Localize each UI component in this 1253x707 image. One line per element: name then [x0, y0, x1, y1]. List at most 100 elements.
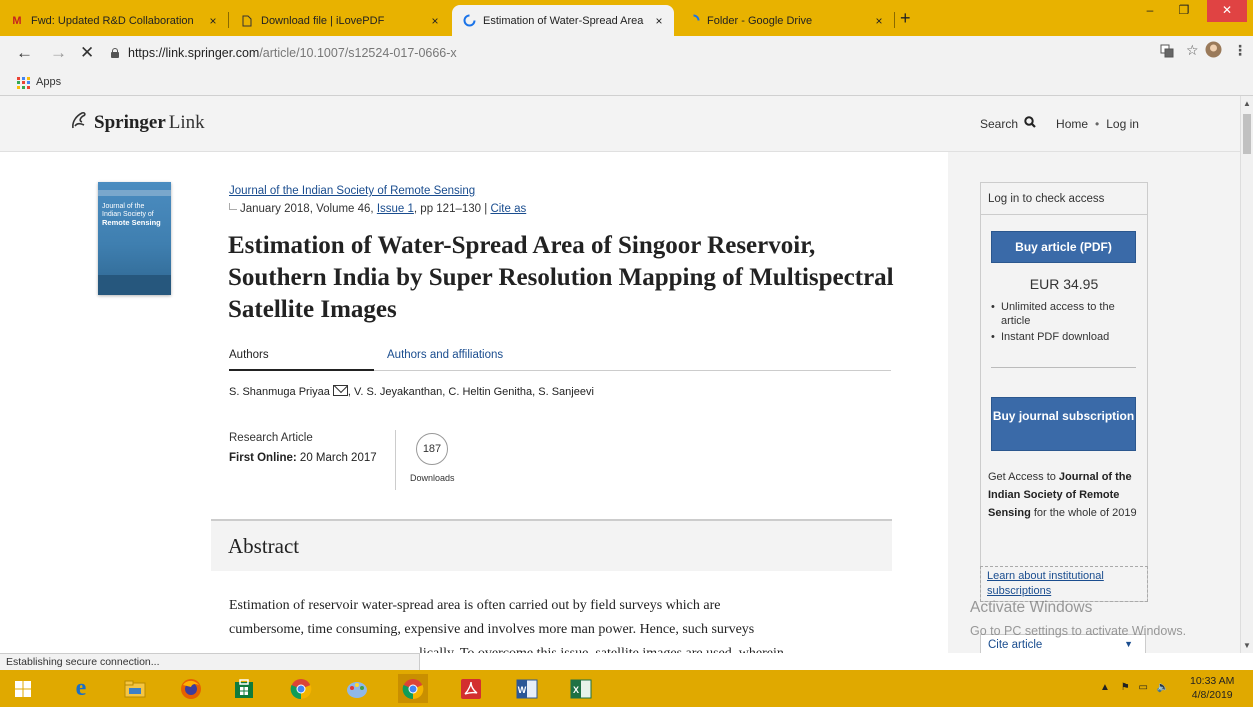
access-box: Log in to check access Buy article (PDF)… — [980, 182, 1148, 602]
divider — [991, 367, 1136, 368]
page-icon — [240, 14, 254, 28]
learn-institutional-link[interactable]: Learn about institutional subscriptions — [987, 570, 1104, 597]
activate-windows-watermark: Activate Windows — [970, 599, 1093, 616]
windows-taskbar: e W X ▲ ⚑ ▭ 🔈 10:33 AM 4/8/2019 — [0, 670, 1253, 707]
system-tray: ▲ ⚑ ▭ 🔈 — [1100, 682, 1169, 693]
clock-date: 4/8/2019 — [1191, 689, 1233, 701]
close-icon[interactable]: × — [650, 14, 668, 28]
forward-arrow-icon[interactable]: → — [50, 43, 67, 63]
mail-icon[interactable] — [332, 385, 348, 396]
back-arrow-icon[interactable]: ← — [16, 43, 33, 63]
tab-ilovepdf[interactable]: Download file | iLovePDF × — [230, 5, 450, 36]
first-online: First Online: 20 March 2017 — [229, 452, 377, 464]
taskbar-clock[interactable]: 10:33 AM 4/8/2019 — [1190, 674, 1234, 702]
lock-icon — [110, 48, 120, 58]
article-price: EUR 34.95 — [1029, 276, 1099, 292]
close-icon[interactable]: × — [204, 14, 222, 28]
cover-line: Remote Sensing — [102, 218, 161, 227]
scroll-thumb[interactable] — [1243, 114, 1251, 154]
web-page: Springer Link Search Home • Log in Journ… — [0, 96, 1240, 653]
address-bar[interactable]: https://link.springer.com/article/10.100… — [110, 41, 1140, 65]
acrobat-icon[interactable] — [456, 674, 486, 703]
downloads-label: Downloads — [410, 473, 455, 483]
gmail-icon: M — [12, 14, 22, 27]
store-icon[interactable] — [229, 674, 259, 703]
benefit-item: Instant PDF download — [991, 330, 1141, 344]
file-explorer-icon[interactable] — [120, 674, 150, 703]
issue-link[interactable]: Issue 1 — [377, 203, 414, 215]
chevron-down-icon: ▼ — [1124, 639, 1133, 649]
login-link[interactable]: Log in — [1106, 117, 1139, 131]
translate-icon[interactable] — [1160, 44, 1174, 61]
internet-explorer-icon[interactable]: e — [66, 674, 96, 703]
volume-icon[interactable]: 🔈 — [1157, 682, 1169, 693]
tab-authors[interactable]: Authors — [229, 349, 374, 371]
tab-title: Fwd: Updated R&D Collaboration — [31, 14, 194, 27]
excel-icon[interactable]: X — [566, 674, 596, 703]
scroll-down-icon[interactable]: ▼ — [1243, 641, 1251, 650]
divider — [395, 430, 396, 490]
tray-flag-icon[interactable]: ⚑ — [1121, 682, 1130, 693]
close-icon[interactable]: × — [870, 14, 888, 28]
access-prefix: Get Access to — [988, 471, 1059, 483]
journal-cover-image[interactable]: Journal of the Indian Society of Remote … — [98, 182, 171, 295]
buy-journal-subscription-button[interactable]: Buy journal subscription — [991, 397, 1136, 451]
profile-avatar-icon[interactable] — [1205, 41, 1222, 61]
abstract-line: Estimation of reservoir water-spread are… — [229, 598, 721, 613]
springer-horse-icon — [70, 110, 88, 136]
search-icon[interactable] — [1024, 116, 1036, 131]
springerlink-logo[interactable]: Springer Link — [70, 110, 205, 136]
paint-icon[interactable] — [342, 674, 372, 703]
login-check-access[interactable]: Log in to check access — [981, 183, 1147, 215]
abstract-section-header[interactable]: Abstract — [211, 519, 892, 571]
abstract-line: lically. To overcome this issue, satelli… — [229, 642, 899, 653]
author-names-rest[interactable]: , V. S. Jeyakanthan, C. Heltin Genitha, … — [348, 386, 594, 398]
cover-line: Journal of the — [102, 203, 145, 210]
tab-authors-affiliations[interactable]: Authors and affiliations — [387, 349, 503, 361]
close-icon[interactable]: × — [426, 14, 444, 28]
chrome-active-icon[interactable] — [398, 674, 428, 703]
restore-button[interactable]: ❐ — [1167, 0, 1201, 22]
network-icon[interactable]: ▭ — [1138, 682, 1147, 693]
cover-footer — [98, 275, 171, 295]
loading-icon — [462, 14, 476, 28]
search-link[interactable]: Search — [980, 117, 1018, 131]
corner-line — [229, 203, 237, 210]
header-nav: Search Home • Log in — [980, 116, 1139, 131]
window-close-button[interactable]: ✕ — [1207, 0, 1247, 22]
star-icon[interactable]: ☆ — [1186, 42, 1199, 59]
new-tab-button[interactable]: + — [900, 8, 911, 29]
home-link[interactable]: Home — [1056, 117, 1088, 131]
firefox-icon[interactable] — [176, 674, 206, 703]
author-list: S. Shanmuga Priyaa , V. S. Jeyakanthan, C… — [229, 385, 594, 398]
buy-article-button[interactable]: Buy article (PDF) — [991, 231, 1136, 263]
menu-icon[interactable]: ⋮ — [1233, 42, 1247, 59]
url-host: https://link.springer.com — [128, 46, 260, 60]
author-name[interactable]: S. Shanmuga Priyaa — [229, 386, 330, 398]
tab-springer-article[interactable]: Estimation of Water-Spread Area × — [452, 5, 674, 36]
tab-gmail[interactable]: M Fwd: Updated R&D Collaboration × — [0, 5, 228, 36]
status-bar: Establishing secure connection... — [0, 653, 420, 670]
cite-as-link[interactable]: Cite as — [490, 203, 526, 215]
word-icon[interactable]: W — [512, 674, 542, 703]
cover-title: Journal of the Indian Society of Remote … — [102, 203, 161, 228]
windows-start-icon[interactable] — [8, 674, 38, 703]
logo-springer-text: Springer — [94, 112, 166, 133]
scroll-up-icon[interactable]: ▲ — [1243, 99, 1251, 108]
minimize-button[interactable]: – — [1135, 0, 1165, 22]
scrollbar[interactable]: ▲ ▼ — [1240, 96, 1253, 653]
cite-article-label: Cite article — [988, 639, 1043, 651]
publication-info: January 2018, Volume 46, Issue 1, pp 121… — [229, 203, 526, 215]
apps-bookmark[interactable]: Apps — [36, 76, 61, 88]
journal-access-text: Get Access to Journal of the Indian Soci… — [988, 468, 1143, 522]
downloads-count: 187 — [416, 433, 448, 465]
stop-icon[interactable]: ✕ — [80, 43, 94, 63]
clock-time: 10:33 AM — [1190, 675, 1235, 687]
institutional-subscriptions-box: Learn about institutional subscriptions — [980, 566, 1148, 602]
authors-tabs: Authors Authors and affiliations — [229, 349, 891, 371]
journal-link[interactable]: Journal of the Indian Society of Remote … — [229, 185, 475, 197]
tray-chevron-icon[interactable]: ▲ — [1100, 682, 1110, 693]
access-suffix: for the whole of 2019 — [1030, 507, 1137, 519]
tab-google-drive[interactable]: Folder - Google Drive × — [676, 5, 894, 36]
chrome-icon[interactable] — [286, 674, 316, 703]
